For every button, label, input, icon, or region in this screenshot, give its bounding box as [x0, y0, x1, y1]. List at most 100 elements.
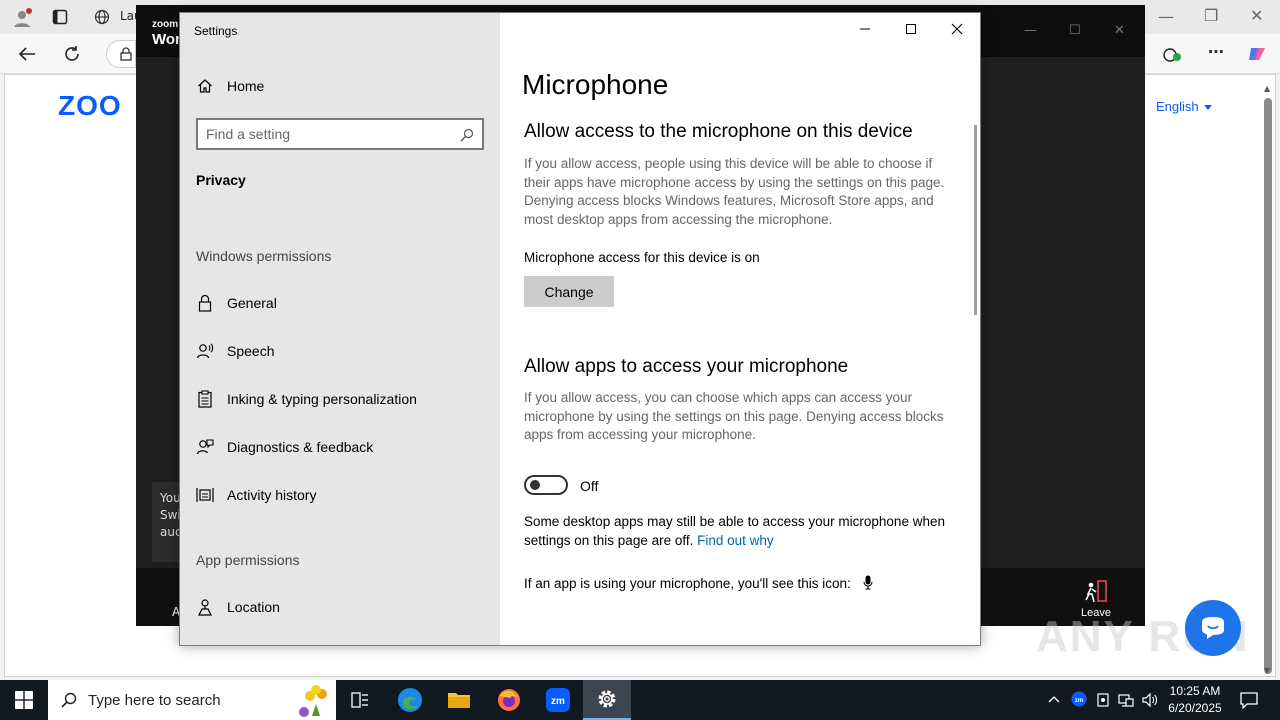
device-tray-icon[interactable] [1096, 692, 1110, 711]
close-icon[interactable]: ✕ [1250, 8, 1263, 24]
task-view-button[interactable] [336, 680, 384, 720]
speech-icon [196, 342, 214, 360]
device-access-status: Microphone access for this device is on [524, 250, 760, 265]
zoom-tray-icon[interactable]: zm [1071, 691, 1087, 710]
microphone-icon [862, 575, 873, 590]
diagnostics-icon [196, 438, 214, 456]
home-icon [196, 77, 214, 95]
settings-window-title: Settings [194, 24, 238, 38]
taskbar-search[interactable]: Type here to search [48, 680, 336, 720]
nav-item-label: Diagnostics & feedback [227, 439, 374, 455]
svg-text:zm: zm [551, 696, 565, 707]
settings-content: Microphone Allow access to the microphon… [500, 13, 980, 645]
zoom-close-icon[interactable]: ✕ [1114, 23, 1125, 38]
category-title: Privacy [196, 172, 246, 188]
start-button[interactable] [0, 680, 48, 720]
taskbar-edge[interactable] [386, 680, 434, 720]
caret-down-icon [1203, 105, 1212, 111]
windows-icon [15, 691, 33, 709]
nav-speech[interactable]: Speech [196, 342, 274, 360]
volume-icon[interactable] [1142, 692, 1158, 711]
refresh-icon[interactable] [63, 45, 81, 66]
section-description: If you allow access, you can choose whic… [524, 390, 944, 442]
nav-home[interactable]: Home [196, 77, 264, 95]
zoom-app-title: Wor [152, 31, 181, 48]
extension-icon[interactable] [1163, 46, 1183, 67]
minimize-icon[interactable]: — [1158, 9, 1174, 25]
scroll-down-icon[interactable]: ▼ [1264, 666, 1270, 675]
find-out-why-link[interactable]: Find out why [697, 533, 774, 548]
change-button[interactable]: Change [524, 276, 614, 307]
zoom-brand: zoom [152, 19, 179, 30]
zoom-minimize-icon[interactable]: — [1024, 23, 1037, 38]
browser-scrollbar[interactable]: ▲ ▼ [1262, 84, 1274, 675]
nav-item-label: Activity history [227, 487, 317, 503]
zoom-page-logo: ZOO [58, 90, 122, 121]
toggle-state-label: Off [580, 478, 599, 494]
notifications-icon[interactable] [1240, 691, 1258, 712]
toggle-knob [530, 480, 540, 490]
search-icon [61, 692, 77, 708]
clipboard-icon [196, 390, 214, 408]
chat-icon [1202, 617, 1224, 639]
chat-button[interactable] [1185, 600, 1241, 656]
windows-permissions-header: Windows permissions [196, 248, 332, 264]
clock-date: 6/20/2025 [1168, 701, 1222, 715]
section-heading: Allow access to the microphone on this d… [524, 121, 913, 142]
task-view-icon [351, 692, 368, 708]
taskbar-clock[interactable]: 10:25 AM 6/20/2025 [1164, 683, 1226, 717]
nav-item-label: Location [227, 599, 280, 615]
language-label: English [1156, 99, 1199, 114]
leave-icon [1085, 580, 1107, 603]
nav-item-label: Speech [227, 343, 275, 359]
find-setting-search[interactable] [196, 118, 484, 150]
more-icon[interactable]: ⋯ [1208, 44, 1224, 60]
apps-microphone-toggle[interactable] [524, 475, 568, 495]
search-icon[interactable] [460, 127, 474, 146]
taskbar-file-explorer[interactable] [435, 680, 483, 720]
nav-activity-history[interactable]: Activity history [196, 486, 316, 504]
desktop-apps-note: Some desktop apps may still be able to a… [524, 513, 964, 550]
chevron-up-icon[interactable] [1048, 692, 1060, 706]
taskbar: Type here to search zm zm 10:25 AM 6/20/… [0, 680, 1280, 720]
settings-window: Settings Home Privacy Windows permission… [179, 12, 981, 646]
tab-actions-icon[interactable] [52, 9, 68, 28]
taskbar-search-placeholder: Type here to search [88, 691, 221, 709]
copilot-icon[interactable] [1247, 44, 1267, 67]
restore-icon[interactable]: ❐ [1204, 8, 1218, 24]
activity-history-icon [196, 486, 214, 504]
scroll-up-icon[interactable]: ▲ [1264, 84, 1270, 93]
lock-icon [196, 294, 214, 312]
profile-icon[interactable] [12, 8, 32, 31]
app-permissions-header: App permissions [196, 552, 300, 568]
zoom-maximize-icon[interactable]: ☐ [1069, 23, 1081, 38]
settings-sidebar: Settings Home Privacy Windows permission… [180, 13, 500, 645]
nav-location[interactable]: Location [196, 598, 280, 616]
nav-diagnostics-feedback[interactable]: Diagnostics & feedback [196, 438, 373, 456]
microphone-icon-note-text: If an app is using your microphone, you'… [524, 576, 851, 591]
taskbar-firefox[interactable] [485, 680, 533, 720]
taskbar-settings[interactable] [583, 680, 631, 720]
language-selector[interactable]: English [1156, 99, 1212, 114]
location-icon [196, 598, 214, 616]
edge-icon [398, 688, 422, 712]
page-title: Microphone [522, 69, 669, 100]
folder-icon [448, 693, 470, 708]
nav-inking-typing[interactable]: Inking & typing personalization [196, 390, 417, 408]
nav-general[interactable]: General [196, 294, 277, 312]
back-icon[interactable] [18, 46, 36, 65]
settings-scrollbar[interactable] [974, 125, 977, 315]
firefox-icon [498, 689, 520, 711]
taskbar-zoom[interactable]: zm [534, 680, 582, 720]
zoom-icon: zm [546, 688, 570, 712]
section-heading: Allow apps to access your microphone [524, 356, 849, 377]
browser-scroll-thumb[interactable] [1264, 98, 1272, 674]
clock-time: 10:25 AM [1169, 684, 1221, 698]
nav-item-label: General [227, 295, 277, 311]
find-setting-input[interactable] [206, 125, 446, 143]
gear-icon [598, 690, 616, 708]
address-bar[interactable] [106, 40, 136, 68]
network-icon[interactable] [1118, 692, 1134, 711]
flower-icon [299, 685, 327, 717]
globe-icon [94, 9, 110, 28]
